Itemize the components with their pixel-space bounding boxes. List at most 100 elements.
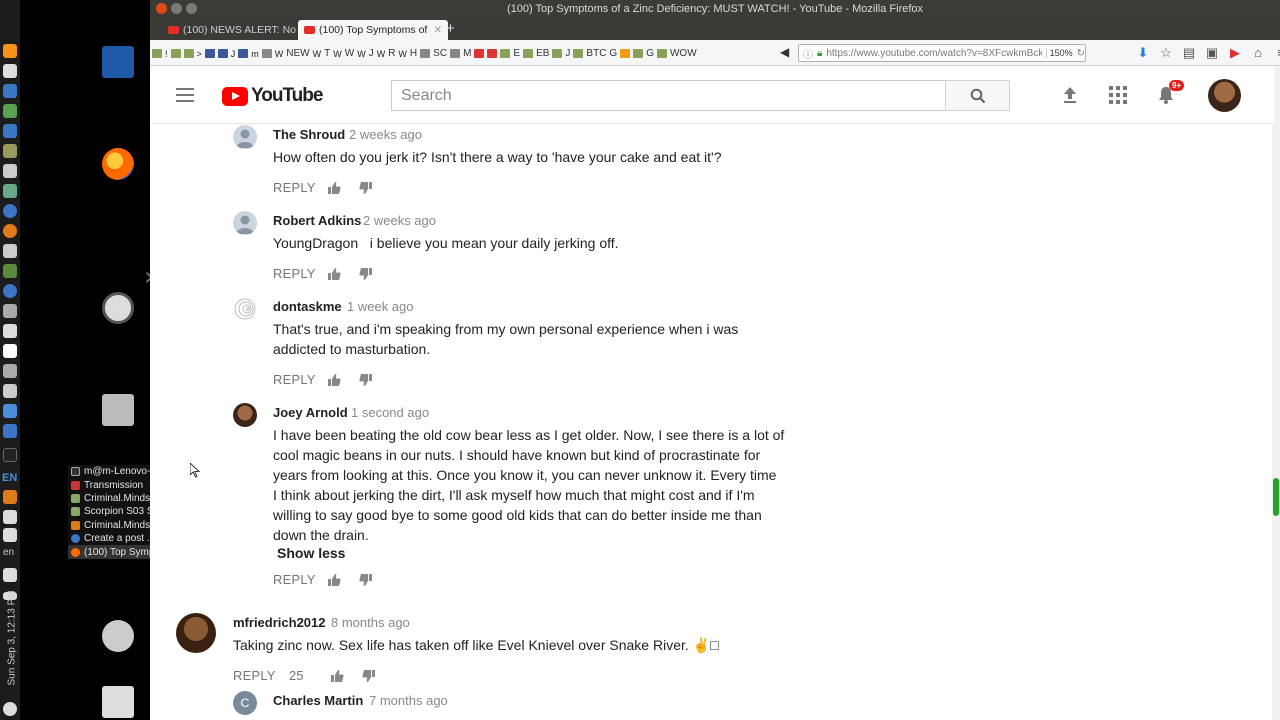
thumb-down-icon[interactable] (359, 573, 373, 587)
bookmark-icon[interactable] (450, 48, 461, 58)
thumb-down-icon[interactable] (359, 373, 373, 387)
search-input[interactable]: Search (391, 80, 946, 111)
apps-grid-icon[interactable] (1107, 84, 1129, 106)
folder-icon[interactable] (3, 144, 17, 158)
print-icon[interactable] (3, 244, 17, 258)
orange-app-icon[interactable] (3, 224, 17, 238)
bookmark-folder-icon[interactable] (523, 48, 534, 58)
user-accounts-icon[interactable] (102, 620, 134, 652)
reply-button[interactable]: REPLY (233, 668, 276, 683)
comment-author[interactable]: Charles Martin (273, 693, 363, 708)
url-bar[interactable]: ⓘ 🔒︎ https://www.youtube.com/watch?v=8XF… (798, 44, 1086, 62)
guide-menu-icon[interactable] (176, 88, 194, 102)
bookmark-icon[interactable] (420, 48, 431, 58)
bookmark-folder-icon[interactable] (656, 48, 667, 58)
zoom-level[interactable]: 150% (1045, 48, 1073, 58)
wifi-icon[interactable] (3, 510, 17, 524)
bookmark-label[interactable]: J (369, 48, 374, 59)
thumb-up-icon[interactable] (327, 373, 341, 387)
wikipedia-icon[interactable]: W (398, 49, 407, 59)
search-button[interactable] (945, 80, 1010, 111)
system-clock[interactable]: Sun Sep 3, 12:13 PM (7, 590, 18, 685)
download-icon[interactable]: ⬇ (1136, 45, 1150, 61)
menu-icon[interactable]: ≡ (1274, 45, 1280, 61)
letter-avatar[interactable]: C (233, 691, 257, 715)
chromium-icon[interactable] (3, 284, 17, 298)
bookmark-label[interactable]: T (324, 48, 330, 59)
calendar-icon[interactable] (3, 84, 17, 98)
globe-icon[interactable] (3, 204, 17, 218)
comment-time[interactable]: 7 months ago (369, 693, 448, 708)
comment-time[interactable]: 1 week ago (347, 299, 414, 314)
url-text[interactable]: https://www.youtube.com/watch?v=8XFcwkmB… (826, 48, 1041, 59)
thumb-up-icon[interactable] (327, 181, 341, 195)
comment-author[interactable]: Robert Adkins (273, 213, 361, 228)
bookmark-label[interactable]: E (513, 48, 520, 59)
thumb-up-icon[interactable] (330, 669, 344, 683)
trash-icon[interactable] (102, 686, 134, 718)
disk-icon[interactable] (3, 164, 17, 178)
bookmark-exclaim-icon[interactable]: ! (165, 49, 168, 59)
thumb-down-icon[interactable] (359, 267, 373, 281)
home-icon[interactable]: ⌂ (1251, 45, 1265, 61)
wikipedia-icon[interactable]: W (357, 49, 366, 59)
photo-icon[interactable] (3, 264, 17, 278)
keyboard-layout-indicator[interactable]: EN (2, 472, 17, 484)
monitor-icon[interactable] (3, 184, 17, 198)
volume-icon[interactable] (3, 568, 17, 582)
text-editor-icon[interactable] (3, 344, 17, 358)
comment-author[interactable]: Joey Arnold (273, 405, 348, 420)
terminal-icon[interactable] (3, 324, 17, 338)
youtube-bookmark-icon[interactable] (487, 48, 498, 58)
bookmark-folder-icon[interactable] (152, 48, 162, 58)
youtube-logo[interactable]: YouTube (222, 85, 323, 107)
spreadsheet-icon[interactable] (3, 104, 17, 118)
youtube-extension-icon[interactable]: ▶ (1228, 45, 1242, 61)
reply-button[interactable]: REPLY (273, 572, 316, 587)
maximize-window-button[interactable] (186, 3, 197, 14)
comment-author[interactable]: dontaskme (273, 299, 342, 314)
comment-time[interactable]: 8 months ago (331, 615, 410, 630)
tab-news-alert[interactable]: (100) NEWS ALERT: No ✕ (162, 20, 298, 40)
upload-icon[interactable] (1059, 84, 1081, 106)
avatar[interactable] (233, 403, 257, 427)
save-icon[interactable] (3, 364, 17, 378)
bookmark-folder-icon[interactable] (573, 48, 584, 58)
show-less-button[interactable]: Show less (277, 545, 345, 561)
power-icon[interactable] (3, 702, 17, 716)
bitcoin-icon[interactable] (3, 44, 17, 58)
bookmark-folder-icon[interactable] (183, 48, 194, 58)
page-scrollbar[interactable] (1272, 66, 1280, 720)
bookmark-j-icon[interactable]: J (231, 49, 236, 59)
thumb-up-icon[interactable] (327, 267, 341, 281)
bookmark-label[interactable]: SC (433, 48, 447, 59)
bookmark-arrow-icon[interactable]: > (197, 49, 202, 59)
reply-button[interactable]: REPLY (273, 180, 316, 195)
apps-icon[interactable] (3, 124, 17, 138)
bookmark-folder-icon[interactable] (500, 48, 511, 58)
archive-manager-icon[interactable] (102, 394, 134, 426)
thumb-down-icon[interactable] (362, 669, 376, 683)
reading-list-icon[interactable]: ▤ (1182, 45, 1196, 61)
comment-author[interactable]: The Shroud (273, 127, 345, 142)
wikipedia-icon[interactable]: W (275, 49, 284, 59)
bookmark-star-icon[interactable]: ☆ (1159, 45, 1173, 61)
thumb-down-icon[interactable] (359, 181, 373, 195)
firefox-icon[interactable] (102, 148, 134, 180)
comment-author[interactable]: mfriedrich2012 (233, 615, 326, 630)
tab-top-symptoms[interactable]: (100) Top Symptoms of ✕ (298, 20, 448, 40)
bookmark-label[interactable]: EB (536, 48, 549, 59)
comment-time[interactable]: 2 weeks ago (349, 127, 422, 142)
default-avatar-icon[interactable] (233, 125, 257, 149)
bookmark-label[interactable]: WOW (670, 48, 697, 59)
reply-button[interactable]: REPLY (273, 372, 316, 387)
bookmark-label[interactable]: BTC (586, 48, 606, 59)
user-icon[interactable] (3, 304, 17, 318)
facebook-icon[interactable] (238, 48, 249, 58)
bookmark-label[interactable]: G (609, 48, 617, 59)
bluetooth-small-icon[interactable] (3, 448, 17, 462)
bookmark-label[interactable]: M (463, 48, 471, 59)
account-avatar[interactable] (1208, 79, 1241, 112)
youtube-bookmark-icon[interactable] (474, 48, 485, 58)
bookmark-label[interactable]: J (565, 48, 570, 59)
